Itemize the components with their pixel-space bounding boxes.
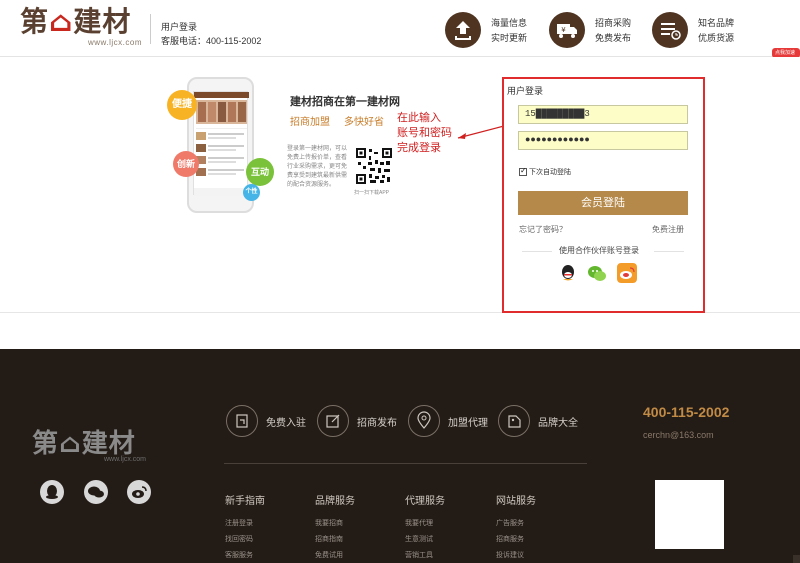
footer-link[interactable]: 我要代理 <box>405 516 445 532</box>
footer-link[interactable]: 注册登录 <box>225 516 265 532</box>
footer-divider <box>224 463 587 464</box>
footer-logo[interactable]: 第⌂建材 <box>32 423 136 460</box>
logo-text: 第⌂建材 <box>20 5 132 38</box>
annotation-arrow-icon <box>457 125 505 139</box>
user-login-link[interactable]: 用户登录 <box>161 20 261 34</box>
register-link[interactable]: 免费注册 <box>652 224 684 235</box>
footer-link[interactable]: 营销工具 <box>405 548 445 563</box>
promo-tag-value: 多快好省 <box>344 117 384 128</box>
footer-logo-url: www.ljcx.com <box>104 456 147 463</box>
site-logo[interactable]: 第⌂建材 www.ljcx.com <box>20 6 142 50</box>
logo-url: www.ljcx.com <box>87 38 142 47</box>
footer-qq-icon[interactable] <box>40 480 64 504</box>
store-icon <box>226 405 258 437</box>
login-title: 用户登录 <box>507 86 544 96</box>
remember-checkbox[interactable] <box>519 166 527 177</box>
edit-icon <box>317 405 349 437</box>
phone-screen <box>193 91 249 196</box>
login-annotation: 在此输入 账号和密码 完成登录 <box>397 112 452 154</box>
float-badge-label: 点我加速 <box>775 50 796 56</box>
promo-tag-franchise: 招商加盟 <box>290 117 330 128</box>
footer-link[interactable]: 投诉建议 <box>496 548 536 563</box>
svg-text:¥: ¥ <box>561 26 566 34</box>
footer-link[interactable]: 招商服务 <box>496 532 536 548</box>
footer-weibo-icon[interactable] <box>127 480 151 504</box>
forgot-password-link[interactable]: 忘记了密码？ <box>519 224 567 235</box>
footer-link[interactable]: 生意测试 <box>405 532 445 548</box>
promo-title: 建材招商在第一建材网 <box>290 96 400 108</box>
footer-link[interactable]: 找回密码 <box>225 532 265 548</box>
member-login-button[interactable]: 会员登陆 <box>518 191 688 215</box>
qr-caption: 扫一扫下载APP <box>354 190 390 196</box>
remember-row[interactable]: 下次自动登陆 <box>519 166 571 177</box>
footer-col-brand: 品牌服务 我要招商 招商指南 免费试用 <box>315 492 355 563</box>
footer-phone: 400-115-2002 <box>643 404 730 420</box>
footer-link[interactable]: 我要招商 <box>315 516 355 532</box>
footer-link[interactable]: 客服服务 <box>225 548 265 563</box>
tag-icon <box>498 405 530 437</box>
partner-divider-left <box>522 251 552 252</box>
list-icon <box>652 12 688 48</box>
header-info: 用户登录 客服电话：400-115-2002 <box>161 20 261 48</box>
promo-description: 登录第一建材网，可以免费上传报价单，查看行业采购需求，更可免费享受到建筑最新供需… <box>287 146 348 188</box>
app-qr-code <box>355 147 393 185</box>
bubble-interact: 互动 <box>246 158 274 186</box>
weibo-icon[interactable] <box>617 263 637 283</box>
truck-icon: ¥ <box>549 12 585 48</box>
footer-wechat-icon[interactable] <box>84 480 108 504</box>
partner-divider-right <box>654 251 684 252</box>
remember-label: 下次自动登陆 <box>529 169 571 176</box>
bubble-convenient: 便捷 <box>167 90 197 120</box>
header-divider <box>150 14 151 44</box>
footer-qr-code <box>655 480 724 549</box>
service-phone: 客服电话：400-115-2002 <box>161 36 262 46</box>
footer-link[interactable]: 广告服务 <box>496 516 536 532</box>
upload-icon <box>445 12 481 48</box>
wechat-icon[interactable] <box>587 263 607 283</box>
partner-login-label: 使用合作伙伴账号登录 <box>559 246 639 255</box>
scroll-handle[interactable] <box>793 555 800 563</box>
site-header: 第⌂建材 www.ljcx.com 用户登录 客服电话：400-115-2002… <box>0 0 800 57</box>
bubble-personal: 个性 <box>243 184 260 201</box>
qq-icon[interactable] <box>558 263 578 283</box>
footer-col-agency: 代理服务 我要代理 生意测试 营销工具 <box>405 492 445 563</box>
footer-link[interactable]: 招商指南 <box>315 532 355 548</box>
footer-email[interactable]: cerchn@163.com <box>643 430 714 440</box>
password-field[interactable]: ●●●●●●●●●●●● <box>518 131 688 150</box>
footer-col-guide: 新手指南 注册登录 找回密码 客服服务 <box>225 492 265 563</box>
bubble-innovate: 创新 <box>173 151 199 177</box>
footer-link[interactable]: 免费试用 <box>315 548 355 563</box>
location-icon <box>408 405 440 437</box>
footer-col-site: 网站服务 广告服务 招商服务 投诉建议 <box>496 492 536 563</box>
username-field[interactable]: 15█████████3 <box>518 105 688 124</box>
